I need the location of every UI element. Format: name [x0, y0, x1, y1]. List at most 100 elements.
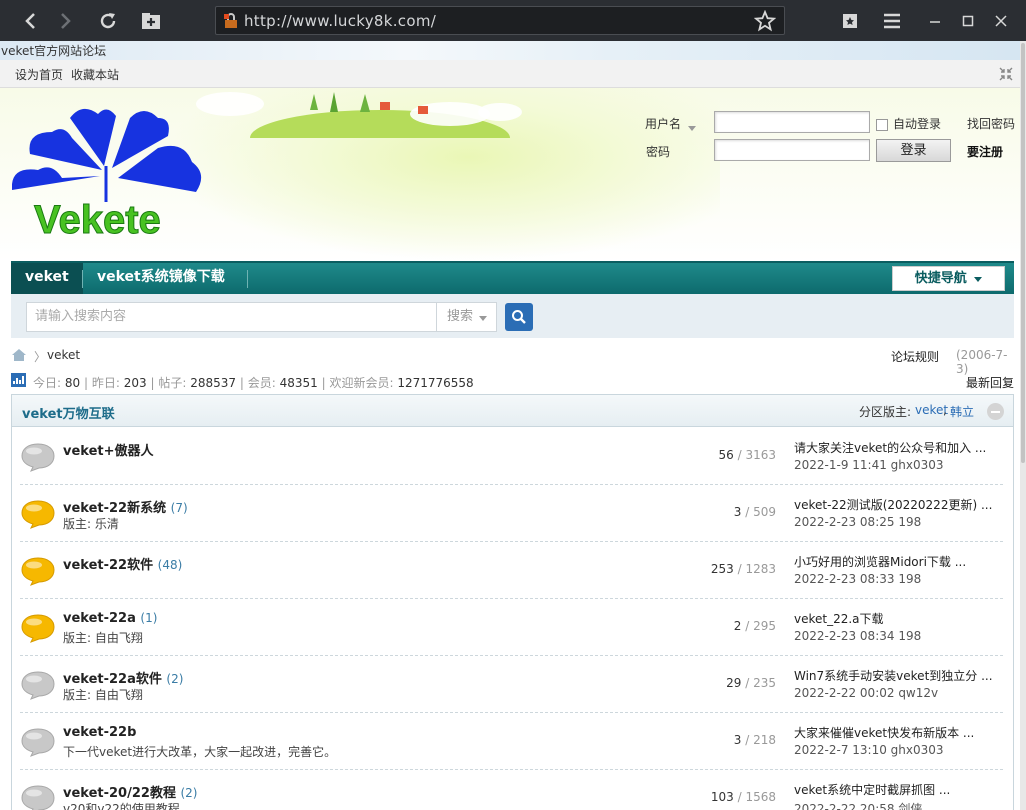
forum-row: veket-22新系统 (7) 版主: 乐清 3 / 509 veket-22测试版(… — [12, 485, 1013, 542]
reload-icon[interactable] — [95, 8, 121, 34]
chevron-down-icon — [479, 316, 487, 321]
scrollbar-thumb[interactable] — [1021, 43, 1025, 463]
bookmark-star-icon[interactable] — [753, 9, 777, 35]
forum-post-count: 3 / 509 — [733, 505, 776, 519]
forum-status-icon — [21, 785, 55, 810]
bookmark-site-link[interactable]: 收藏本站 — [71, 66, 119, 83]
forum-post-count: 103 / 1568 — [710, 790, 776, 804]
today-label: 今日: — [33, 376, 62, 390]
yesterday-count: 203 — [123, 376, 147, 390]
last-post-date: 2022-2-23 08:25 198 — [794, 515, 922, 529]
forum-rules-link[interactable]: 论坛规则 — [891, 348, 939, 365]
last-post-link[interactable]: veket系统中定时截屏抓图 ... — [794, 781, 994, 798]
forum-name[interactable]: veket-22软件 (48) — [63, 554, 182, 573]
close-icon[interactable] — [988, 8, 1014, 34]
collapse-icon[interactable] — [998, 66, 1014, 85]
browser-window: http://www.lucky8k.com/ veket官方网站论坛 设为首页… — [0, 0, 1026, 810]
nav-divider — [247, 270, 248, 288]
forgot-password-link[interactable]: 找回密码 — [967, 115, 1015, 132]
tab-veket[interactable]: veket — [11, 263, 83, 294]
forum-post-count: 29 / 235 — [726, 676, 776, 690]
username-input[interactable] — [714, 111, 870, 133]
forum-row: veket-22a (1) 版主: 自由飞翔 2 / 295 veket_22.a下载… — [12, 599, 1013, 656]
moderator-link[interactable]: 韩立 — [950, 403, 974, 420]
quick-nav-button[interactable]: 快捷导航 — [892, 266, 1005, 291]
forum-row: veket-22a软件 (2) 版主: 自由飞翔 29 / 235 Win7系统手动安… — [12, 656, 1013, 713]
forum-status-icon — [21, 728, 55, 757]
forum-name[interactable]: veket-20/22教程 (2) — [63, 782, 197, 801]
back-icon[interactable] — [18, 8, 44, 34]
set-homepage-link[interactable]: 设为首页 — [15, 66, 63, 83]
forum-today-count: (2) — [180, 786, 198, 800]
url-text: http://www.lucky8k.com/ — [244, 12, 437, 30]
latest-reply-link[interactable]: 最新回复 — [966, 374, 1014, 391]
newest-member-link[interactable]: 1271776558 — [397, 376, 473, 390]
breadcrumb-separator: 〉 — [34, 350, 47, 364]
site-logo[interactable]: Vekete — [11, 104, 212, 249]
forum-section-title[interactable]: veket万物互联 — [22, 403, 115, 422]
logo-text: Vekete — [34, 198, 162, 243]
forum-name[interactable]: veket-22a (1) — [63, 611, 157, 626]
password-label: 密码 — [646, 145, 671, 159]
forum-subtitle: v20和v22的使用教程 — [63, 802, 180, 810]
last-post-date: 2022-2-22 20:58 剑侠 — [794, 802, 923, 810]
yesterday-label: 昨日: — [91, 376, 120, 390]
cloud-illustration — [196, 92, 522, 126]
menu-icon[interactable] — [879, 8, 905, 34]
reading-list-icon[interactable] — [837, 8, 863, 34]
scrollbar[interactable] — [1020, 41, 1026, 810]
collapse-section-icon[interactable] — [987, 403, 1004, 420]
address-bar[interactable]: http://www.lucky8k.com/ — [215, 6, 785, 35]
chevron-down-icon[interactable] — [688, 120, 696, 134]
last-post-date: 2022-2-23 08:34 198 — [794, 629, 922, 643]
last-post-link[interactable]: 请大家关注veket的公众号和加入 ... — [794, 439, 994, 456]
register-link[interactable]: 要注册 — [967, 143, 1003, 160]
last-post-date: 2022-2-23 08:33 198 — [794, 572, 922, 586]
forum-name[interactable]: veket-22新系统 (7) — [63, 497, 188, 516]
tab-image-download[interactable]: veket系统镜像下载 — [83, 263, 239, 294]
login-button[interactable]: 登录 — [876, 139, 951, 162]
lock-icon — [224, 13, 238, 32]
last-post-date: 2022-1-9 11:41 ghx0303 — [794, 458, 944, 472]
forum-today-count: (48) — [157, 558, 183, 572]
maximize-icon[interactable] — [955, 8, 981, 34]
last-post-date: 2022-2-22 00:02 qw12v — [794, 686, 939, 700]
forum-row: veket-20/22教程 (2) v20和v22的使用教程 103 / 1568 v… — [12, 770, 1013, 810]
forum-status-icon — [21, 614, 55, 643]
password-input[interactable] — [714, 139, 870, 161]
forum-subtitle: 下一代veket进行大改革，大家一起改进，完善它。 — [63, 745, 337, 759]
forum-row: veket+傲器人 56 / 3163 请大家关注veket的公众号和加入 ...… — [12, 428, 1013, 485]
forum-post-count: 56 / 3163 — [718, 448, 776, 462]
forum-subtitle: 版主: 自由飞翔 — [63, 688, 143, 702]
last-post-link[interactable]: 大家来催催veket快发布新版本 ... — [794, 724, 994, 741]
last-post-link[interactable]: veket_22.a下载 — [794, 610, 994, 627]
last-post-link[interactable]: veket-22测试版(20220222更新) ... — [794, 496, 994, 513]
breadcrumb-current[interactable]: veket — [47, 348, 80, 362]
web-page: veket官方网站论坛 设为首页 收藏本站 Vekete 用户名 自动登录 找回… — [0, 41, 1020, 810]
auto-login-checkbox[interactable] — [876, 119, 888, 131]
search-input[interactable]: 请输入搜索内容 — [26, 302, 437, 332]
posts-label: 帖子: — [158, 376, 187, 390]
home-icon[interactable] — [11, 348, 27, 365]
minimize-icon[interactable] — [922, 8, 948, 34]
forum-stats: 今日: 80 | 昨日: 203 | 帖子: 288537 | 会员: 4835… — [11, 372, 1014, 392]
quick-nav-label: 快捷导航 — [914, 271, 967, 286]
last-post-link[interactable]: Win7系统手动安装veket到独立分 ... — [794, 667, 994, 684]
forum-name[interactable]: veket-22a软件 (2) — [63, 668, 183, 687]
main-nav: veket veket系统镜像下载 快捷导航 — [11, 261, 1014, 294]
forum-name[interactable]: veket+傲器人 — [63, 440, 154, 459]
search-type-label: 搜索 — [447, 309, 474, 324]
forum-subtitle: 版主: 自由飞翔 — [63, 631, 143, 645]
search-type-select[interactable]: 搜索 — [436, 302, 497, 332]
new-tab-icon[interactable] — [138, 8, 164, 34]
forum-today-count: (2) — [166, 672, 184, 686]
forward-icon[interactable] — [52, 8, 78, 34]
stats-chart-icon — [11, 373, 26, 390]
browser-toolbar: http://www.lucky8k.com/ — [0, 0, 1026, 41]
last-post-link[interactable]: 小巧好用的浏览器Midori下载 ... — [794, 553, 994, 570]
site-header: Vekete 用户名 自动登录 找回密码 密码 登录 要注册 — [0, 88, 1020, 261]
forum-name[interactable]: veket-22b — [63, 725, 136, 740]
search-button[interactable] — [505, 303, 533, 331]
forum-post-count: 253 / 1283 — [710, 562, 776, 576]
username-label: 用户名 — [645, 117, 682, 131]
